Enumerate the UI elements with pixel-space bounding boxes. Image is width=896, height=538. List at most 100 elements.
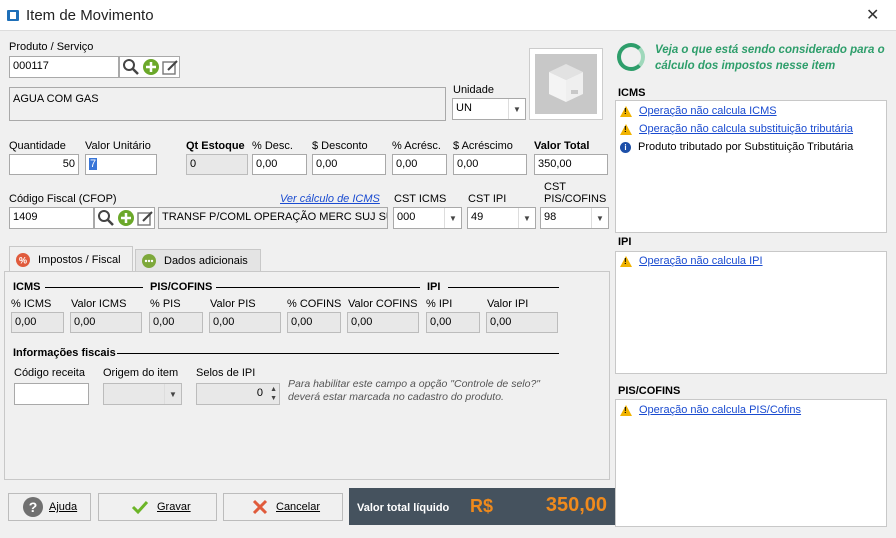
pis-item-1[interactable]: Operação não calcula PIS/Cofins: [620, 404, 801, 416]
discount-label: $ Desconto: [312, 140, 368, 152]
tax-info-line1: Veja o que está sendo considerado para o: [655, 44, 885, 56]
product-image[interactable]: [529, 48, 603, 120]
selos-hint-line1: Para habilitar este campo a opção "Contr…: [288, 378, 541, 390]
check-icon: [131, 500, 149, 515]
save-button-label: Gravar: [157, 501, 191, 513]
app-icon: [7, 10, 19, 21]
discount-input[interactable]: 0,00: [312, 154, 386, 175]
selos-label: Selos de IPI: [196, 367, 256, 379]
title-bar: Item de Movimento ✕: [0, 0, 896, 31]
total-value: 350,00: [545, 494, 607, 516]
window-title: Item de Movimento: [26, 7, 154, 24]
tab-impostos[interactable]: % Impostos / Fiscal: [9, 246, 133, 272]
close-icon[interactable]: ✕: [866, 5, 879, 25]
quantity-input[interactable]: 50: [9, 154, 79, 175]
total-value-label: Valor Total: [534, 140, 590, 152]
icms-item-2-link[interactable]: Operação não calcula substituição tribut…: [639, 123, 853, 135]
pis-item-1-link[interactable]: Operação não calcula PIS/Cofins: [639, 404, 801, 416]
ipi-pct-value: 0,00: [426, 312, 480, 333]
icms-item-1-link[interactable]: Operação não calcula ICMS: [639, 105, 777, 117]
save-button[interactable]: Gravar: [98, 493, 217, 521]
icms-item-1[interactable]: Operação não calcula ICMS: [620, 105, 777, 117]
percent-icon: %: [16, 252, 30, 267]
icms-value-label: Valor ICMS: [71, 298, 127, 310]
receita-input[interactable]: [14, 383, 89, 405]
origem-label: Origem do item: [103, 367, 179, 379]
cst-pis-label-line1: CST: [544, 181, 566, 193]
right-ipi-panel: Operação não calcula IPI: [615, 251, 887, 374]
chevron-down-icon: ▼: [508, 99, 525, 119]
svg-text:?: ?: [29, 499, 38, 515]
chevron-down-icon: ▼: [591, 208, 608, 228]
tax-info-icon: [617, 43, 645, 71]
receita-label: Código receita: [14, 367, 85, 379]
cst-pis-select[interactable]: 98 ▼: [540, 207, 609, 229]
product-code-input[interactable]: 000117: [9, 56, 119, 78]
ipi-item-1-link[interactable]: Operação não calcula IPI: [639, 255, 763, 267]
icms-item-3-text: Produto tributado por Substituição Tribu…: [638, 141, 854, 153]
discount-pct-input[interactable]: 0,00: [252, 154, 307, 175]
info-icon: i: [620, 141, 631, 153]
warning-icon: [620, 255, 632, 267]
cst-ipi-select[interactable]: 49 ▼: [467, 207, 536, 229]
pis-value-label: Valor PIS: [210, 298, 256, 310]
right-icms-title: ICMS: [618, 87, 646, 99]
box-icon: [535, 54, 597, 114]
selos-stepper[interactable]: 0 ▲ ▼: [196, 383, 280, 405]
surcharge-input[interactable]: 0,00: [453, 154, 527, 175]
cofins-pct-value: 0,00: [287, 312, 341, 333]
cst-ipi-value: 49: [471, 211, 484, 223]
surcharge-label: $ Acréscimo: [453, 140, 513, 152]
add-icon[interactable]: [142, 58, 160, 76]
icms-calc-link[interactable]: Ver cálculo de ICMS: [280, 193, 380, 205]
unit-price-value: 7: [89, 158, 98, 170]
ipi-value-value: 0,00: [486, 312, 558, 333]
tab-dados-adicionais[interactable]: Dados adicionais: [135, 249, 261, 271]
unit-price-input[interactable]: 7: [85, 154, 157, 175]
warning-icon: [620, 404, 632, 416]
unit-select[interactable]: UN ▼: [452, 98, 526, 120]
cst-icms-label: CST ICMS: [394, 193, 447, 205]
search-icon[interactable]: [97, 209, 115, 227]
right-pis-panel: Operação não calcula PIS/Cofins: [615, 399, 887, 527]
ipi-item-1[interactable]: Operação não calcula IPI: [620, 255, 763, 267]
unit-label: Unidade: [453, 84, 494, 96]
selos-value: 0: [256, 387, 263, 399]
cofins-pct-label: % COFINS: [287, 298, 342, 310]
right-icms-panel: Operação não calcula ICMS Operação não c…: [615, 100, 887, 233]
cofins-value-label: Valor COFINS: [348, 298, 418, 310]
surcharge-pct-input[interactable]: 0,00: [392, 154, 447, 175]
cfop-input[interactable]: 1409: [9, 207, 94, 229]
icms-line: [45, 287, 143, 288]
icms-pct-value: 0,00: [11, 312, 64, 333]
total-currency: R$: [470, 496, 494, 516]
warning-icon: [620, 105, 632, 117]
cst-icms-select[interactable]: 000 ▼: [393, 207, 462, 229]
origem-select[interactable]: ▼: [103, 383, 182, 405]
total-label: Valor total líquido: [357, 502, 450, 514]
stock-value: 0: [186, 154, 248, 175]
stepper-arrows-icon[interactable]: ▲ ▼: [270, 385, 277, 403]
cst-pis-label-line2: PIS/COFINS: [544, 193, 607, 205]
ipi-line: [448, 287, 559, 288]
add-icon[interactable]: [117, 209, 135, 227]
cfop-description: TRANSF P/COML OPERAÇÃO MERC SUJ SUB TRIB: [158, 207, 388, 229]
search-icon[interactable]: [122, 58, 140, 76]
help-button[interactable]: ? Ajuda: [8, 493, 91, 521]
product-description: AGUA COM GAS: [9, 87, 446, 121]
cst-icms-value: 000: [397, 211, 416, 223]
cst-pis-label: CST PIS/COFINS: [544, 181, 606, 205]
edit-icon[interactable]: [161, 58, 179, 76]
edit-icon[interactable]: [136, 209, 154, 227]
unit-value: UN: [456, 102, 472, 114]
quantity-label: Quantidade: [9, 140, 66, 152]
fiscal-info-line: [117, 353, 559, 354]
cancel-button[interactable]: Cancelar: [223, 493, 343, 521]
icms-item-2[interactable]: Operação não calcula substituição tribut…: [620, 123, 853, 135]
pis-head: PIS/COFINS: [150, 281, 213, 293]
icms-item-3: i Produto tributado por Substituição Trib…: [620, 141, 853, 153]
cancel-button-label: Cancelar: [276, 501, 321, 513]
total-value-input[interactable]: 350,00: [534, 154, 608, 175]
chevron-down-icon: ▼: [164, 384, 181, 404]
pis-pct-value: 0,00: [149, 312, 203, 333]
